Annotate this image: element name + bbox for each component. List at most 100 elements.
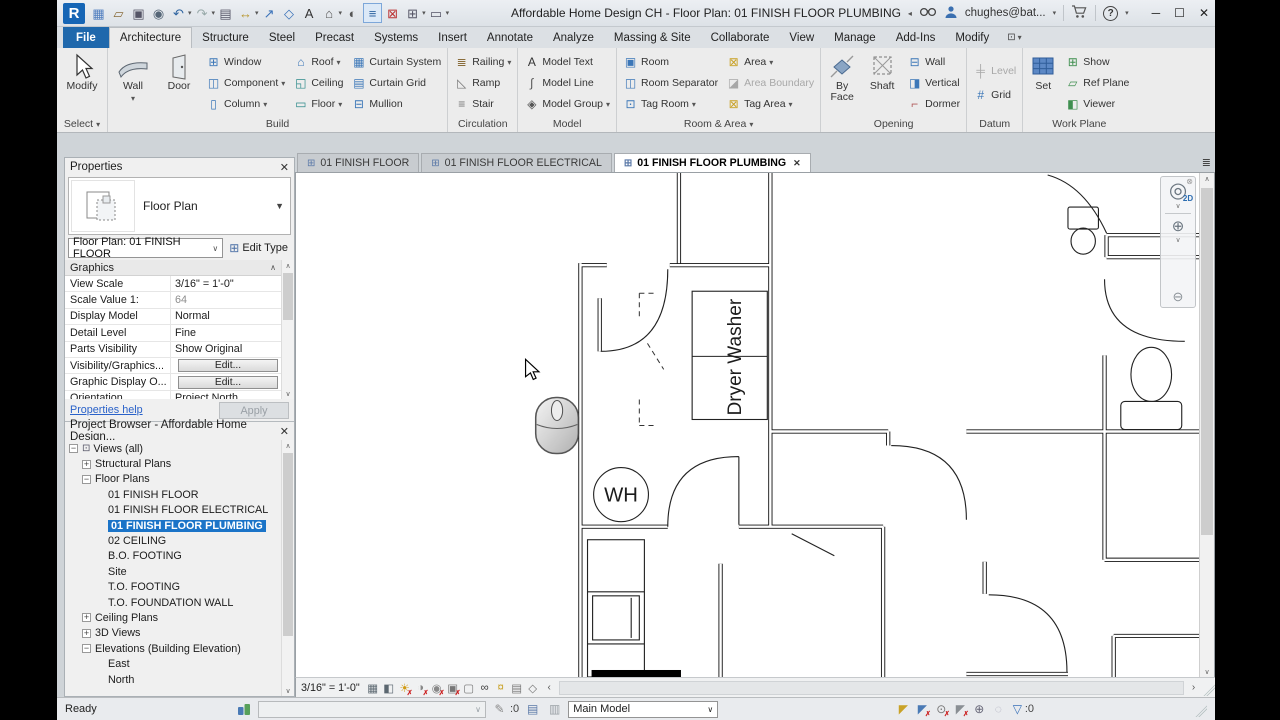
cart-icon[interactable] <box>1071 4 1088 22</box>
aligned-dimension-icon[interactable]: ↗ <box>260 3 279 23</box>
select-underlay-icon[interactable]: ◤✗ <box>914 701 931 717</box>
editable-only-icon[interactable]: ✎ <box>491 701 508 717</box>
tree-item-views-all[interactable]: −⊡Views (all) <box>65 441 281 456</box>
ribbon-button-ref-plane[interactable]: ▱Ref Plane <box>1062 74 1132 92</box>
ribbon-tab-file[interactable]: File <box>63 27 109 48</box>
property-value[interactable]: Normal <box>171 309 281 324</box>
chevron-down-icon[interactable]: ▾ <box>1053 9 1057 17</box>
ribbon-button-railing[interactable]: ≣Railing <box>451 53 514 71</box>
tree-item-north[interactable]: North <box>65 672 281 687</box>
help-icon[interactable]: ? <box>1103 6 1118 21</box>
expand-icon[interactable]: + <box>82 629 91 638</box>
property-row-view-scale[interactable]: View Scale3/16" = 1'-0" <box>65 276 281 292</box>
panel-label-opening[interactable]: Opening <box>821 116 966 132</box>
view-scale-button[interactable]: 3/16" = 1'-0" <box>301 682 360 694</box>
ribbon-tab-insert[interactable]: Insert <box>428 27 477 48</box>
ribbon-button-model-text[interactable]: AModel Text <box>521 53 613 71</box>
navigation-bar[interactable]: ⊗ ◎2D ∨ ⊕ ∨ ⊖ <box>1160 176 1196 308</box>
panel-label-work-plane[interactable]: Work Plane <box>1023 116 1135 132</box>
scroll-left-icon[interactable]: ‹ <box>542 680 557 696</box>
chevron-down-icon[interactable]: ▾ <box>1125 9 1129 17</box>
close-icon[interactable]: ✕ <box>280 161 289 174</box>
property-value[interactable]: Fine <box>171 325 281 340</box>
properties-scrollbar[interactable]: ∧ ∨ <box>281 260 294 399</box>
edit-button[interactable]: Edit... <box>178 376 278 389</box>
design-options-icon[interactable]: ▤ <box>524 701 541 717</box>
tree-item-01-finish-floor-electrical[interactable]: 01 FINISH FLOOR ELECTRICAL <box>65 503 281 518</box>
tree-item-east[interactable]: East <box>65 656 281 671</box>
chevron-down-icon[interactable]: ▼ <box>269 201 290 211</box>
press-drag-icon[interactable]: ◌ <box>990 701 1007 717</box>
dropdown-caret[interactable]: ▾ <box>446 9 450 17</box>
ribbon-tab-view[interactable]: View <box>779 27 824 48</box>
drag-on-selection-icon[interactable]: ⊕ <box>971 701 988 717</box>
drawing-canvas[interactable]: Dryer Washer WH <box>296 173 1199 677</box>
panel-label-room-area[interactable]: Room & Area <box>617 116 820 132</box>
tree-item-elevations-building-elevation[interactable]: −Elevations (Building Elevation) <box>65 641 281 656</box>
undo-icon[interactable]: ↶ <box>169 3 188 23</box>
user-icon[interactable] <box>944 5 958 22</box>
ribbon-tab-precast[interactable]: Precast <box>305 27 364 48</box>
section-icon[interactable]: ◐ <box>343 3 362 23</box>
ribbon-button-ceiling[interactable]: ◱Ceiling <box>290 74 346 92</box>
panel-label-circulation[interactable]: Circulation <box>448 116 517 132</box>
scrollbar-thumb[interactable] <box>1201 188 1213 535</box>
chevron-down-icon[interactable]: ∨ <box>1175 202 1180 210</box>
ribbon-tab-analyze[interactable]: Analyze <box>543 27 604 48</box>
ribbon-button-room-separator[interactable]: ◫Room Separator <box>620 74 721 92</box>
set-button[interactable]: Set <box>1026 50 1060 116</box>
tree-item-01-finish-floor[interactable]: 01 FINISH FLOOR <box>65 487 281 502</box>
redo-icon[interactable]: ↷ <box>193 3 212 23</box>
worksets-icon[interactable] <box>236 701 253 717</box>
ribbon-button-vertical[interactable]: ◨Vertical <box>904 74 963 92</box>
close-icon[interactable]: ⊗ <box>1186 177 1193 186</box>
crop-region-icon[interactable]: ▢ <box>461 680 477 696</box>
scroll-down-icon[interactable]: ∨ <box>282 685 294 696</box>
ribbon-button-roof[interactable]: ⌂Roof <box>290 53 346 71</box>
properties-help-link[interactable]: Properties help <box>70 404 143 416</box>
measure-icon[interactable]: ↔ <box>236 3 255 23</box>
panel-label-datum[interactable]: Datum <box>967 116 1022 132</box>
ribbon-tab-annotate[interactable]: Annotate <box>477 27 543 48</box>
ribbon-button-tag-room[interactable]: ⊡Tag Room <box>620 95 721 113</box>
ribbon-button-area[interactable]: ⊠Area <box>723 53 817 71</box>
dropdown-caret[interactable]: ▾ <box>212 9 216 17</box>
ribbon-tab-collaborate[interactable]: Collaborate <box>701 27 780 48</box>
open-icon[interactable]: ▱ <box>109 3 128 23</box>
tree-item-ceiling-plans[interactable]: +Ceiling Plans <box>65 610 281 625</box>
print-icon[interactable]: ▤ <box>216 3 235 23</box>
ribbon-button-column[interactable]: ▯Column <box>203 95 288 113</box>
type-selector[interactable]: Floor Plan ▼ <box>68 177 291 235</box>
vertical-scrollbar[interactable]: ∧ ∨ <box>1199 173 1214 677</box>
ribbon-button-curtain-system[interactable]: ▦Curtain System <box>348 53 444 71</box>
horizontal-scrollbar[interactable] <box>559 681 1184 695</box>
ribbon-button-opening-wall[interactable]: ⊟Wall <box>904 53 963 71</box>
scroll-down-icon[interactable]: ∨ <box>1200 666 1214 677</box>
panel-label-select[interactable]: Select <box>57 116 107 132</box>
select-by-face-icon[interactable]: ◤✗ <box>952 701 969 717</box>
account-name[interactable]: chughes@bat... <box>965 7 1046 19</box>
reveal-hidden-icon[interactable]: ¤ <box>493 680 509 696</box>
crop-view-icon[interactable]: ▣✗ <box>445 680 461 696</box>
shadows-icon[interactable]: ◑✗ <box>413 680 429 696</box>
edit-button[interactable]: Edit... <box>178 359 278 372</box>
ribbon-button-model-line[interactable]: ∫Model Line <box>521 74 613 92</box>
save-icon[interactable]: ▣ <box>129 3 148 23</box>
property-row-display-model[interactable]: Display ModelNormal <box>65 309 281 325</box>
view-tab-01-finish-floor-plumbing[interactable]: ⊞01 FINISH FLOOR PLUMBING✕ <box>614 153 811 172</box>
scroll-up-icon[interactable]: ∧ <box>1200 173 1214 184</box>
dropdown-caret[interactable]: ▾ <box>255 9 259 17</box>
switch-windows-icon[interactable]: ⊞ <box>403 3 422 23</box>
collapse-title-icon[interactable]: ◂ <box>908 9 912 18</box>
section-header-graphics[interactable]: Graphics ∧ <box>65 260 281 276</box>
tree-item-site[interactable]: Site <box>65 564 281 579</box>
tree-item-floor-plans[interactable]: −Floor Plans <box>65 472 281 487</box>
ribbon-button-grid[interactable]: #Grid <box>970 86 1019 104</box>
panel-label-build[interactable]: Build <box>108 116 447 132</box>
search-icon[interactable] <box>919 5 937 22</box>
temporary-hide-icon[interactable]: ∞ <box>477 680 493 696</box>
wall-button[interactable]: Wall <box>111 50 155 116</box>
ribbon-tab-massing-site[interactable]: Massing & Site <box>604 27 701 48</box>
ribbon-tab-add-ins[interactable]: Add-Ins <box>886 27 946 48</box>
minimize-button[interactable]: ─ <box>1152 6 1161 20</box>
